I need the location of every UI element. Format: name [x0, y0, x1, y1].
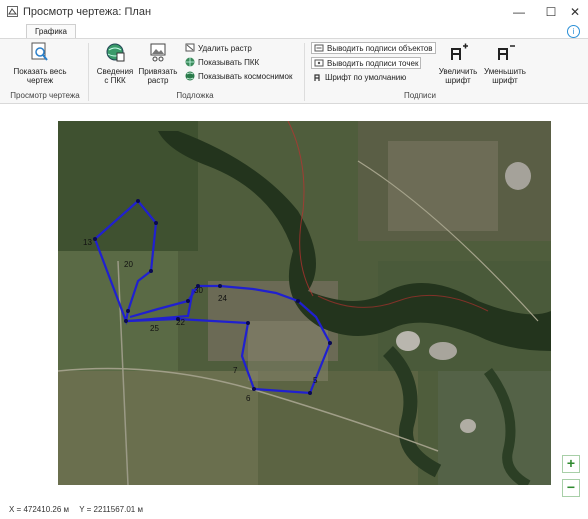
- font-increase-icon: [451, 43, 468, 60]
- default-font-label: Шрифт по умолчанию: [325, 72, 407, 82]
- zoom-extent-icon: [31, 42, 48, 61]
- group-separator: [304, 43, 305, 101]
- decrease-font-label: Уменьшить шрифт: [484, 67, 526, 85]
- point-label: 22: [176, 318, 185, 327]
- group-separator: [88, 43, 89, 101]
- show-object-labels-toggle[interactable]: Выводить подписи объектов: [311, 42, 436, 54]
- coord-y: Y = 2211567.01 м: [79, 505, 143, 514]
- title-bar: Просмотр чертежа: План — ☐ ✕: [0, 0, 588, 24]
- globe-icon: [185, 57, 195, 67]
- font-decrease-icon: [498, 45, 515, 60]
- tab-graphics[interactable]: Графика: [26, 24, 76, 39]
- close-button[interactable]: ✕: [564, 3, 586, 21]
- show-satellite-label: Показывать космоснимок: [198, 71, 293, 81]
- satellite-map: 13 20 30 24 25 22 7 6 5: [58, 121, 551, 485]
- globe-info-icon: [106, 43, 125, 62]
- satellite-globe-icon: [185, 71, 195, 81]
- ribbon: Показать весь чертеж Просмотр чертежа Св…: [0, 38, 588, 104]
- ribbon-tab-row: [0, 24, 588, 38]
- coord-x: X = 472410.26 м: [9, 505, 69, 514]
- point-label: 5: [313, 376, 318, 385]
- decrease-font-button[interactable]: Уменьшить шрифт: [482, 41, 528, 85]
- default-font-button[interactable]: Шрифт по умолчанию: [312, 72, 406, 82]
- increase-font-label: Увеличить шрифт: [438, 67, 478, 85]
- point-label-icon: [314, 58, 324, 68]
- app-icon: [7, 6, 18, 17]
- group-label-underlay: Подложка: [176, 91, 214, 100]
- map-viewport[interactable]: 13 20 30 24 25 22 7 6 5: [58, 121, 551, 485]
- group-label-labels: Подписи: [404, 91, 436, 100]
- point-label: 25: [150, 324, 159, 333]
- bind-raster-button[interactable]: Привязать растр: [138, 41, 178, 85]
- show-pkk-label: Показывать ПКК: [198, 57, 260, 67]
- increase-font-button[interactable]: Увеличить шрифт: [436, 41, 480, 85]
- point-label: 20: [124, 260, 133, 269]
- delete-raster-button[interactable]: Удалить растр: [185, 43, 252, 53]
- zoom-in-button[interactable]: +: [562, 455, 580, 473]
- pkk-info-button[interactable]: Сведения с ПКК: [94, 41, 136, 85]
- maximize-button[interactable]: ☐: [540, 3, 562, 21]
- label-icon: [314, 43, 324, 53]
- delete-raster-label: Удалить растр: [198, 43, 252, 53]
- info-icon[interactable]: i: [567, 25, 580, 38]
- show-satellite-toggle[interactable]: Показывать космоснимок: [185, 71, 292, 81]
- show-all-drawing-label: Показать весь чертеж: [13, 67, 67, 85]
- cursor-coordinates: X = 472410.26 м Y = 2211567.01 м: [9, 505, 151, 514]
- point-label: 13: [83, 238, 92, 247]
- font-icon: [312, 72, 322, 82]
- point-label: 24: [218, 294, 227, 303]
- show-all-drawing-button[interactable]: Показать весь чертеж: [8, 41, 72, 85]
- zoom-out-button[interactable]: −: [562, 479, 580, 497]
- bind-raster-label: Привязать растр: [138, 67, 178, 85]
- show-pkk-toggle[interactable]: Показывать ПКК: [185, 57, 259, 67]
- bind-raster-icon: [150, 43, 166, 62]
- pkk-info-label: Сведения с ПКК: [96, 67, 134, 85]
- show-point-labels-label: Выводить подписи точек: [327, 58, 419, 68]
- show-point-labels-toggle[interactable]: Выводить подписи точек: [311, 57, 422, 69]
- group-label-view: Просмотр чертежа: [10, 91, 80, 100]
- point-label: 7: [233, 366, 238, 375]
- minimize-button[interactable]: —: [508, 3, 530, 21]
- point-label: 6: [246, 394, 251, 403]
- window-title: Просмотр чертежа: План: [23, 6, 152, 18]
- delete-raster-icon: [185, 43, 195, 53]
- show-object-labels-label: Выводить подписи объектов: [327, 43, 433, 53]
- point-label: 30: [194, 286, 203, 295]
